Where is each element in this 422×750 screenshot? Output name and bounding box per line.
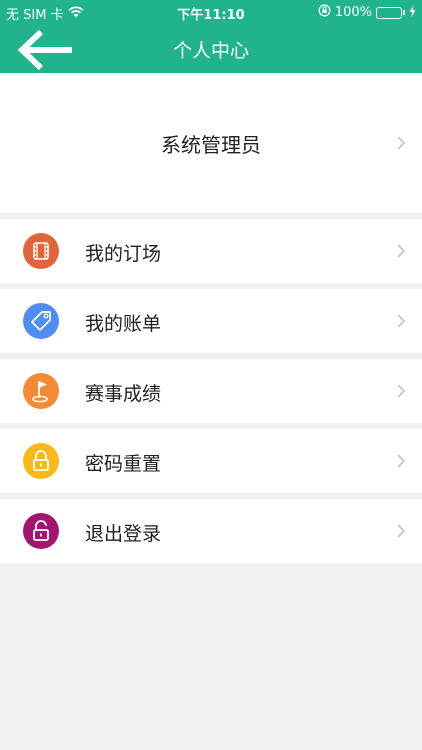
header: 无 SIM 卡 下午11:10 100% 个人中心 — [0, 0, 422, 73]
app: 无 SIM 卡 下午11:10 100% 个人中心 系统管理员 我的订场 我的账… — [0, 0, 422, 750]
menu-item-logout[interactable]: 退出登录 — [0, 499, 422, 563]
tag-icon — [23, 303, 59, 339]
battery-percent: 100% — [334, 5, 372, 20]
profile-row[interactable]: 系统管理员 — [0, 73, 422, 213]
chevron-right-icon — [397, 136, 406, 150]
menu-item-bills[interactable]: 我的账单 — [0, 289, 422, 353]
charging-icon — [409, 4, 416, 21]
film-icon — [23, 233, 59, 269]
menu-item-results[interactable]: 赛事成绩 — [0, 359, 422, 423]
menu-item-label: 我的账单 — [85, 313, 162, 335]
chevron-right-icon — [397, 244, 406, 258]
chevron-right-icon — [397, 314, 406, 328]
menu-item-booking[interactable]: 我的订场 — [0, 219, 422, 283]
unlock-icon — [23, 513, 59, 549]
chevron-right-icon — [397, 384, 406, 398]
golf-flag-icon — [23, 373, 59, 409]
status-bar: 无 SIM 卡 下午11:10 100% — [0, 0, 422, 24]
profile-name: 系统管理员 — [161, 133, 261, 157]
battery-icon — [376, 6, 405, 19]
status-right: 100% — [318, 4, 416, 21]
page-title: 个人中心 — [172, 40, 249, 62]
menu-item-label: 退出登录 — [85, 523, 162, 545]
menu-item-reset-password[interactable]: 密码重置 — [0, 429, 422, 493]
lock-icon — [23, 443, 59, 479]
orientation-lock-icon — [318, 4, 331, 21]
chevron-right-icon — [397, 454, 406, 468]
menu-item-label: 密码重置 — [85, 453, 162, 475]
nav-bar: 个人中心 — [0, 24, 422, 73]
chevron-right-icon — [397, 524, 406, 538]
menu-item-label: 我的订场 — [85, 243, 162, 265]
menu-item-label: 赛事成绩 — [85, 383, 162, 405]
